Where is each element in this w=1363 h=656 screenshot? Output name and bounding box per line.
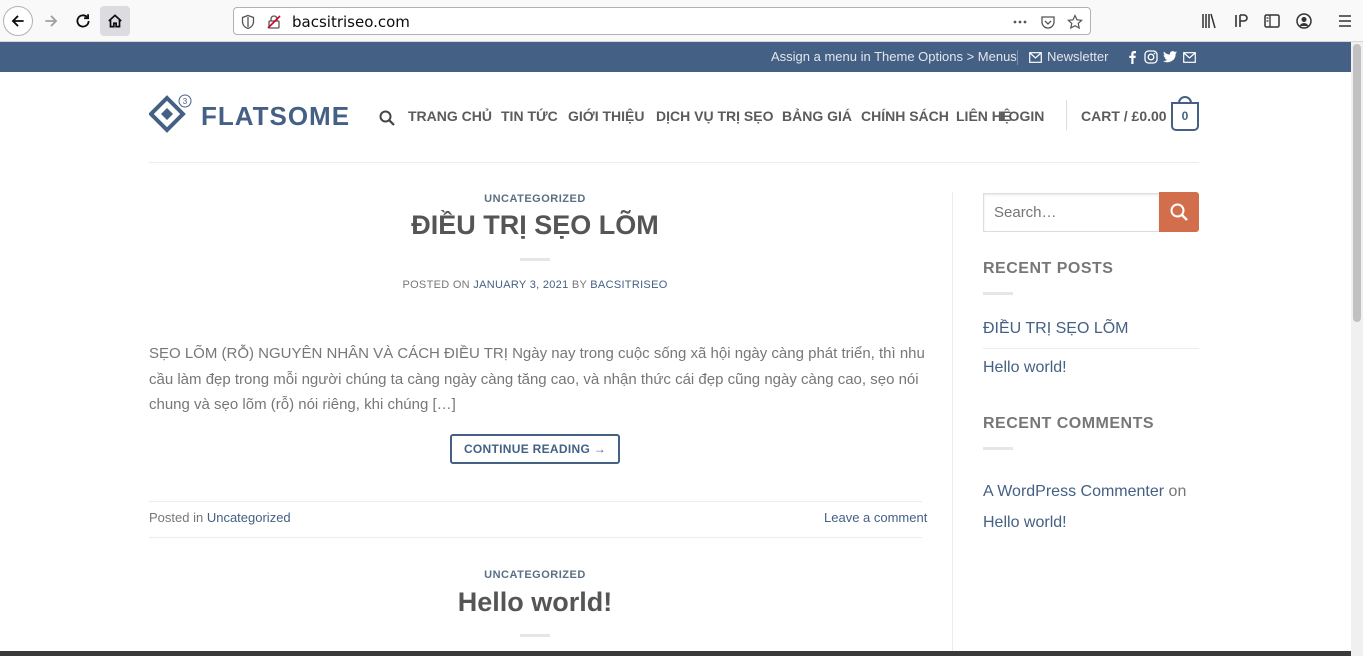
twitter-icon[interactable]: [1163, 51, 1177, 63]
shield-icon: [241, 14, 255, 30]
recent-post-link[interactable]: ĐIỀU TRỊ SẸO LÕM: [983, 320, 1129, 338]
posted-on-label: POSTED ON: [402, 279, 470, 291]
post-author-link[interactable]: BACSITRISEO: [590, 279, 667, 291]
continue-reading-button[interactable]: CONTINUE READING →: [450, 434, 620, 464]
reload-icon: [76, 14, 90, 28]
comment-author-link[interactable]: A WordPress Commenter: [983, 483, 1164, 500]
post-footer-top-line: [149, 501, 922, 502]
by-label: BY: [571, 279, 587, 291]
logo-text: FLATSOME: [201, 100, 351, 131]
bookmark-star-icon[interactable]: [1067, 14, 1083, 30]
nav-item-bang-gia[interactable]: BẢNG GIÁ: [782, 108, 852, 124]
nav-item-tin-tuc[interactable]: TIN TỨC: [501, 108, 558, 124]
forward-arrow-icon: [45, 15, 58, 27]
newsletter-link[interactable]: Newsletter: [1047, 49, 1108, 64]
hamburger-menu-icon[interactable]: [1335, 11, 1355, 31]
nav-divider: [1066, 100, 1067, 130]
header-divider: [149, 162, 1199, 163]
flatsome-logo-icon: 3: [149, 94, 192, 133]
home-icon: [108, 14, 122, 28]
logo-badge: 3: [183, 97, 188, 106]
recent-comment: A WordPress Commenter on: [983, 483, 1186, 501]
ip-extension-icon[interactable]: [1231, 11, 1251, 31]
forward-button[interactable]: [36, 6, 66, 36]
post-title[interactable]: ĐIỀU TRỊ SẸO LÕM: [336, 210, 734, 241]
comment-post-link[interactable]: Hello world!: [983, 514, 1067, 532]
post-title[interactable]: Hello world!: [336, 587, 734, 618]
widget-divider: [983, 447, 1013, 450]
bottom-taskbar-strip: [0, 651, 1351, 656]
widget-divider: [983, 292, 1013, 295]
search-icon: [1170, 203, 1188, 221]
home-button[interactable]: [100, 6, 130, 36]
recent-post-separator: [983, 348, 1199, 349]
insecure-lock-icon: [267, 15, 281, 29]
comment-on-label: on: [1168, 483, 1187, 500]
pocket-icon[interactable]: [1040, 14, 1056, 30]
url-text: bacsitriseo.com: [292, 13, 410, 31]
sidebar-toggle-icon[interactable]: [1262, 11, 1282, 31]
recent-post-link[interactable]: Hello world!: [983, 359, 1067, 377]
email-icon[interactable]: [1183, 52, 1196, 63]
site-logo[interactable]: 3 FLATSOME: [149, 94, 351, 137]
cart-count-badge[interactable]: 0: [1171, 102, 1199, 131]
instagram-icon[interactable]: [1144, 50, 1158, 64]
menu-hint[interactable]: Assign a menu in Theme Options > Menus: [771, 49, 1017, 64]
cart-link[interactable]: CART / £0.00: [1081, 108, 1167, 124]
title-divider: [520, 634, 550, 637]
topbar-divider: [1017, 50, 1018, 65]
account-icon[interactable]: [1294, 11, 1314, 31]
title-divider: [520, 258, 550, 261]
page-scrollbar[interactable]: [1351, 42, 1363, 656]
recent-comments-title: RECENT COMMENTS: [983, 415, 1155, 432]
back-button[interactable]: [3, 6, 33, 36]
posted-in-category-link[interactable]: Uncategorized: [207, 510, 291, 525]
envelope-icon: [1029, 52, 1042, 63]
nav-item-trang-chu[interactable]: TRANG CHỦ: [408, 108, 492, 124]
recent-posts-title: RECENT POSTS: [983, 260, 1114, 277]
post-category[interactable]: UNCATEGORIZED: [436, 193, 634, 205]
sidebar-search-input[interactable]: [983, 193, 1160, 232]
leave-comment-link[interactable]: Leave a comment: [824, 510, 927, 525]
reload-button[interactable]: [68, 6, 98, 36]
search-icon[interactable]: [379, 110, 395, 126]
posted-in: Posted in Uncategorized: [149, 510, 291, 525]
posted-in-label: Posted in: [149, 510, 204, 525]
nav-item-dich-vu[interactable]: DỊCH VỤ TRỊ SẸO: [656, 108, 773, 124]
url-bar[interactable]: bacsitriseo.com: [233, 7, 1091, 35]
more-actions-icon[interactable]: [1012, 14, 1028, 30]
facebook-icon[interactable]: [1127, 50, 1137, 64]
leave-comment-text[interactable]: Leave a comment: [824, 510, 927, 525]
back-arrow-icon: [11, 15, 24, 27]
library-icon[interactable]: [1199, 11, 1219, 31]
post-excerpt: SẸO LÕM (RỖ) NGUYÊN NHÂN VÀ CÁCH ĐIỀU TR…: [149, 345, 925, 413]
post-category[interactable]: UNCATEGORIZED: [436, 569, 634, 581]
nav-item-gioi-thieu[interactable]: GIỚI THIỆU: [568, 108, 645, 124]
post-meta: POSTED ON JANUARY 3, 2021 BY BACSITRISEO: [336, 279, 734, 291]
sidebar-search-button[interactable]: [1159, 192, 1199, 232]
nav-item-chinh-sach[interactable]: CHÍNH SÁCH: [861, 108, 949, 124]
post-footer-bottom-line: [149, 537, 922, 538]
top-bar: Assign a menu in Theme Options > Menus N…: [0, 42, 1351, 72]
browser-toolbar: bacsitriseo.com: [0, 0, 1363, 42]
sidebar-divider: [952, 192, 953, 656]
scrollbar-thumb[interactable]: [1353, 44, 1361, 322]
nav-item-login[interactable]: LOGIN: [1000, 108, 1044, 124]
post-date-link[interactable]: JANUARY 3, 2021: [473, 279, 568, 291]
